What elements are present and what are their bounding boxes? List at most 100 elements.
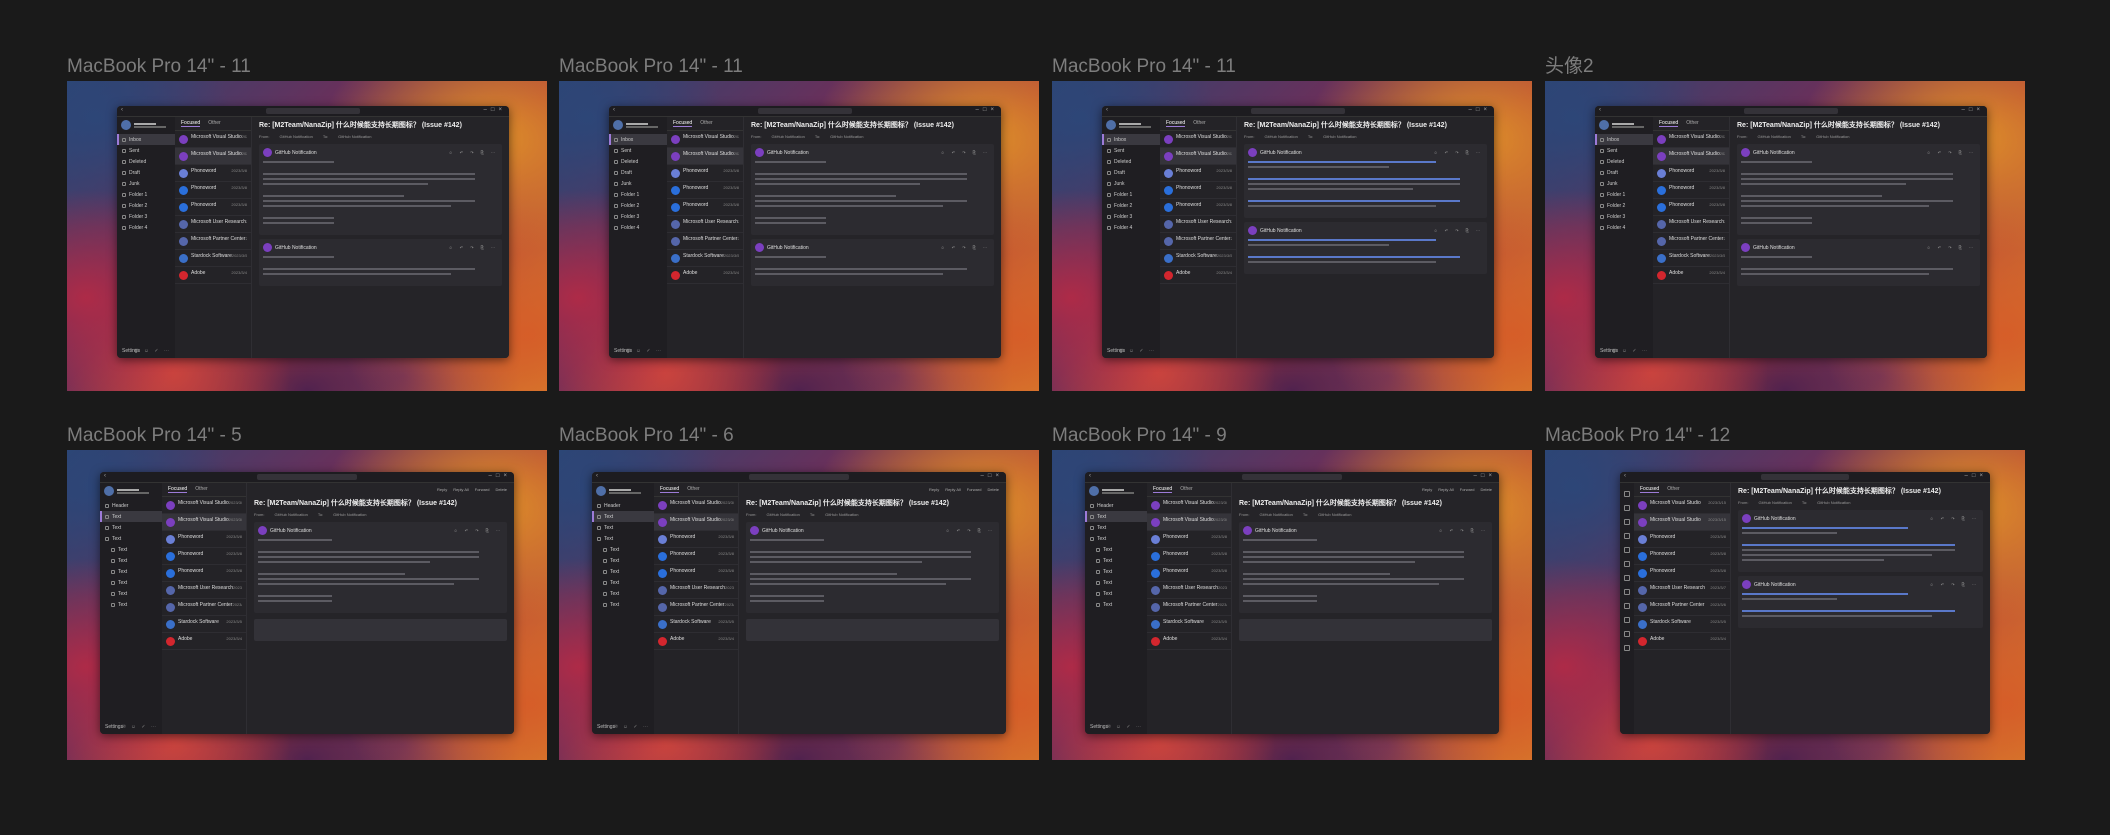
account-header[interactable] [117,117,175,134]
message-list-item[interactable]: Phonoword 2023/3/8 [1634,565,1730,582]
toolbar-delete-button[interactable]: Delete [495,487,507,495]
message-list-item[interactable]: Microsoft User Research2023/3/7 [162,582,246,599]
folder-item[interactable]: Folder 1 [1595,189,1653,200]
folder-item[interactable]: Folder 4 [1595,222,1653,233]
folder-item[interactable]: Folder 3 [1595,211,1653,222]
nav-rail-icon[interactable] [1624,589,1630,595]
folder-item[interactable]: Text [1085,566,1147,577]
tab-other[interactable]: Other [195,486,208,493]
message-list-item[interactable]: Stardock Software 2023/3/5 [175,250,251,267]
message-list-item[interactable]: Adobe 2023/3/4 [1147,633,1231,650]
card-actions[interactable]: ☺ ↶ ↷ ⎘ ⋯ [449,150,498,155]
artboard-label[interactable]: MacBook Pro 14" - 9 [1052,424,1532,448]
nav-bottom-icons[interactable]: ✉ ☺ ✓ ⋯ [626,348,663,354]
back-arrow-icon[interactable]: ‹ [104,473,106,479]
tab-other[interactable]: Other [1180,486,1193,493]
folder-item[interactable]: Text [100,544,162,555]
tab-focused[interactable]: Focused [1166,120,1186,127]
search-input[interactable] [257,474,357,480]
folder-item[interactable]: Folder 1 [117,189,175,200]
folder-item[interactable]: Text [1085,511,1147,522]
message-list-item[interactable]: Phonoword 2023/3/8 [1634,548,1730,565]
folder-item[interactable]: Header [100,500,162,511]
folder-item[interactable]: Sent [1102,145,1160,156]
card-actions[interactable]: ☺ ↶ ↷ ⎘ ⋯ [941,150,990,155]
message-list-item[interactable]: Adobe 2023/3/4 [1160,267,1236,284]
nav-rail-icon[interactable] [1624,631,1630,637]
folder-item[interactable]: Junk [609,178,667,189]
message-list-item[interactable]: Stardock Software 2023/3/5 [1160,250,1236,267]
message-list-item[interactable]: Adobe 2023/3/4 [162,633,246,650]
search-input[interactable] [757,108,853,114]
message-list-item[interactable]: Phonoword 2023/3/8 [162,531,246,548]
nav-rail-icon[interactable] [1624,645,1630,651]
folder-item[interactable]: Text [1085,544,1147,555]
message-list-item[interactable]: Microsoft Visual Studio2023/3/15 [1160,148,1236,165]
folder-item[interactable]: Text [1085,555,1147,566]
nav-rail-icon[interactable] [1624,505,1630,511]
folder-item[interactable]: Text [1085,599,1147,610]
message-list-item[interactable]: Microsoft Visual Studio2023/3/15 [175,131,251,148]
folder-item[interactable]: Draft [1595,167,1653,178]
folder-item[interactable]: Text [100,577,162,588]
folder-item[interactable]: Text [100,555,162,566]
message-list-item[interactable]: Microsoft Partner Center2023/3/6 [1653,233,1729,250]
window-controls[interactable]: –□× [976,107,998,113]
nav-bottom-icons[interactable]: ✉ ☺ ✓ ⋯ [1106,724,1143,730]
message-list-item[interactable]: Microsoft Partner Center2023/3/6 [667,233,743,250]
folder-item[interactable]: Text [1085,522,1147,533]
folder-item[interactable]: Draft [117,167,175,178]
folder-item[interactable]: Folder 4 [117,222,175,233]
folder-item[interactable]: Text [592,533,654,544]
message-list-item[interactable]: Phonoword 2023/3/8 [162,565,246,582]
folder-item[interactable]: Draft [609,167,667,178]
folder-item[interactable]: Text [100,533,162,544]
nav-rail-icon[interactable] [1624,617,1630,623]
message-list-item[interactable]: Microsoft Visual Studio2023/3/15 [1160,131,1236,148]
message-list-item[interactable]: Stardock Software 2023/3/5 [162,616,246,633]
folder-item[interactable]: Text [100,599,162,610]
message-list-item[interactable]: Phonoword 2023/3/8 [175,165,251,182]
folder-item[interactable]: Junk [1595,178,1653,189]
folder-item[interactable]: Junk [117,178,175,189]
tab-other[interactable]: Other [1193,120,1206,127]
folder-item[interactable]: Text [592,522,654,533]
tab-other[interactable]: Other [700,120,713,127]
message-list-item[interactable]: Microsoft Visual Studio2023/3/15 [654,514,738,531]
nav-bottom-icons[interactable]: ✉ ☺ ✓ ⋯ [1612,348,1649,354]
toolbar-reply-all-button[interactable]: Reply All [945,487,961,495]
toolbar-reply-all-button[interactable]: Reply All [1438,487,1454,495]
folder-item[interactable]: Deleted [1595,156,1653,167]
tab-other[interactable]: Other [1686,120,1699,127]
folder-item[interactable]: Deleted [609,156,667,167]
back-arrow-icon[interactable]: ‹ [596,473,598,479]
nav-bottom-icons[interactable]: ✉ ☺ ✓ ⋯ [134,348,171,354]
folder-item[interactable]: Folder 2 [1102,200,1160,211]
folder-item[interactable]: Inbox [609,134,667,145]
folder-item[interactable]: Text [592,544,654,555]
message-list-item[interactable]: Phonoword 2023/3/8 [1653,199,1729,216]
folder-item[interactable]: Inbox [1102,134,1160,145]
nav-rail-icon[interactable] [1624,519,1630,525]
message-list-item[interactable]: Microsoft Partner Center2023/3/6 [1147,599,1231,616]
folder-item[interactable]: Text [592,577,654,588]
folder-item[interactable]: Folder 2 [117,200,175,211]
nav-rail-icon[interactable] [1624,603,1630,609]
message-list-item[interactable]: Microsoft Partner Center2023/3/6 [654,599,738,616]
folder-item[interactable]: Deleted [1102,156,1160,167]
folder-item[interactable]: Junk [1102,178,1160,189]
back-arrow-icon[interactable]: ‹ [1624,473,1626,479]
nav-bottom-icons[interactable]: ✉ ☺ ✓ ⋯ [121,724,158,730]
artboard-label[interactable]: MacBook Pro 14" - 11 [559,55,1039,79]
message-list-item[interactable]: Adobe 2023/3/4 [667,267,743,284]
back-arrow-icon[interactable]: ‹ [1106,107,1108,113]
folder-item[interactable]: Folder 1 [1102,189,1160,200]
account-header[interactable] [592,483,654,500]
folder-item[interactable]: Text [100,511,162,522]
nav-bottom-icons[interactable]: ✉ ☺ ✓ ⋯ [1119,348,1156,354]
message-list-item[interactable]: Phonoword 2023/3/8 [1160,182,1236,199]
window-controls[interactable]: –□× [484,107,506,113]
message-list-item[interactable]: Phonoword 2023/3/8 [1653,165,1729,182]
message-list-item[interactable]: Microsoft Visual Studio2023/3/15 [162,497,246,514]
message-list-item[interactable]: Microsoft User Research2023/3/7 [667,216,743,233]
